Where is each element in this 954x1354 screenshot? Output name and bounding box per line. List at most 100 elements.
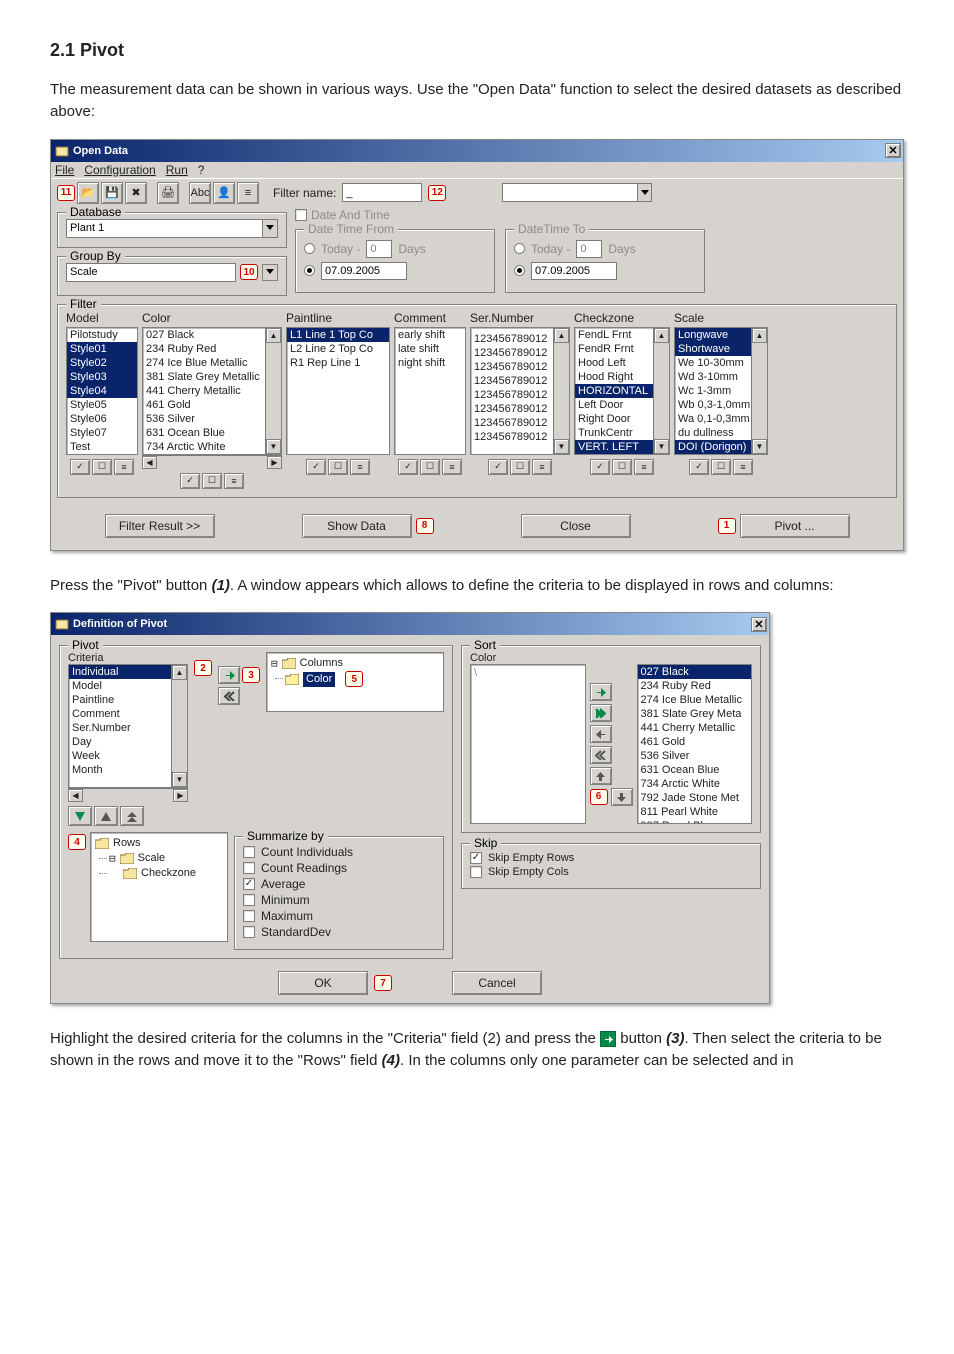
list-item[interactable]: Wd 3-10mm xyxy=(675,370,751,384)
to-today-radio[interactable] xyxy=(514,243,525,254)
list-item[interactable]: Hood Right xyxy=(575,370,653,384)
close-button[interactable]: ✕ xyxy=(751,617,767,632)
summarize-checkbox-standarddev[interactable] xyxy=(243,926,255,938)
list-item[interactable]: Day xyxy=(69,735,171,749)
select-invert-button[interactable]: ≡ xyxy=(350,459,370,475)
select-invert-button[interactable]: ≡ xyxy=(634,459,654,475)
sort-move-down[interactable] xyxy=(611,788,633,806)
list-item[interactable]: FendR Frnt xyxy=(575,342,653,356)
summarize-checkbox-count-readings[interactable] xyxy=(243,862,255,874)
list-item[interactable]: 811 Pearl White xyxy=(638,805,752,819)
scrollbar[interactable]: ▲▼ xyxy=(751,328,767,454)
columns-tree[interactable]: ⊟ Columns Color 5 xyxy=(266,652,444,712)
from-today-radio[interactable] xyxy=(304,243,315,254)
tb-user[interactable]: 👤 xyxy=(213,182,235,204)
sort-move-all-right[interactable] xyxy=(590,704,612,722)
list-item[interactable]: 631 Ocean Blue xyxy=(638,763,752,777)
list-item[interactable]: Wc 1-3mm xyxy=(675,384,751,398)
list-item[interactable]: Longwave xyxy=(675,328,751,342)
filter-name-short[interactable] xyxy=(342,183,422,202)
list-item[interactable]: 234 Ruby Red xyxy=(638,679,752,693)
list-item[interactable]: 536 Silver xyxy=(143,412,265,426)
list-item[interactable]: Individual xyxy=(69,665,171,679)
select-all-button[interactable]: ✓ xyxy=(180,473,200,489)
skip-rows-checkbox[interactable] xyxy=(470,852,482,864)
select-all-button[interactable]: ✓ xyxy=(590,459,610,475)
list-item[interactable]: 441 Cherry Metallic xyxy=(638,721,752,735)
summarize-checkbox-average[interactable] xyxy=(243,878,255,890)
tb-open[interactable]: 📂 xyxy=(77,182,99,204)
list-item[interactable]: DOI (Dorigon) xyxy=(675,440,751,454)
list-item[interactable]: 123456789012 xyxy=(471,388,553,402)
nav-down-button[interactable] xyxy=(68,806,92,826)
select-invert-button[interactable]: ≡ xyxy=(733,459,753,475)
scrollbar[interactable]: ▲▼ xyxy=(653,328,669,454)
list-item[interactable]: 274 Ice Blue Metallic xyxy=(638,693,752,707)
sort-move-right[interactable] xyxy=(590,683,612,701)
list-item[interactable]: 123456789012 xyxy=(471,332,553,346)
to-days-input[interactable] xyxy=(576,240,602,258)
list-item[interactable]: HORIZONTAL xyxy=(575,384,653,398)
scroll-down-icon[interactable]: ▼ xyxy=(554,439,569,454)
menu-configuration[interactable]: Configuration xyxy=(84,163,155,177)
select-invert-button[interactable]: ≡ xyxy=(442,459,462,475)
list-item[interactable]: 274 Ice Blue Metallic xyxy=(143,356,265,370)
filter-name-combo[interactable] xyxy=(502,183,652,202)
select-none-button[interactable]: ☐ xyxy=(711,459,731,475)
list-item[interactable]: Style05 xyxy=(67,398,137,412)
scroll-down-icon[interactable]: ▼ xyxy=(752,439,767,454)
list-item[interactable]: 027 Black xyxy=(638,665,752,679)
close-button[interactable]: Close xyxy=(521,514,631,538)
list-item[interactable]: Paintline xyxy=(69,693,171,707)
filter-result-button[interactable]: Filter Result >> xyxy=(105,514,215,538)
to-date-radio[interactable] xyxy=(514,265,525,276)
list-item[interactable]: VERT. LEFT xyxy=(575,440,653,454)
columns-color-node[interactable]: Color xyxy=(303,672,335,687)
summarize-checkbox-maximum[interactable] xyxy=(243,910,255,922)
scroll-up-icon[interactable]: ▲ xyxy=(266,328,281,343)
groupby-combo[interactable] xyxy=(66,263,236,282)
select-invert-button[interactable]: ≡ xyxy=(532,459,552,475)
tb-print[interactable]: 🖨 xyxy=(157,182,179,204)
list-item[interactable]: early shift xyxy=(395,328,465,342)
nav-top-button[interactable] xyxy=(120,806,144,826)
list-item[interactable]: L2 Line 2 Top Co xyxy=(287,342,389,356)
filter-list-comment[interactable]: early shiftlate shiftnight shift xyxy=(394,327,466,455)
filter-list-sernumber[interactable]: 1234567890121234567890121234567890121234… xyxy=(470,327,570,455)
plant-input[interactable] xyxy=(67,220,262,237)
select-all-button[interactable]: ✓ xyxy=(488,459,508,475)
hscrollbar[interactable]: ◀▶ xyxy=(142,455,282,469)
list-item[interactable]: L1 Line 1 Top Co xyxy=(287,328,389,342)
scroll-up-icon[interactable]: ▲ xyxy=(752,328,767,343)
skip-cols-checkbox[interactable] xyxy=(470,866,482,878)
list-item[interactable]: Wb 0,3-1,0mm xyxy=(675,398,751,412)
nav-up-button[interactable] xyxy=(94,806,118,826)
list-item[interactable]: Week xyxy=(69,749,171,763)
scroll-down-icon[interactable]: ▼ xyxy=(266,439,281,454)
list-item[interactable]: 123456789012 xyxy=(471,402,553,416)
list-item[interactable]: 234 Ruby Red xyxy=(143,342,265,356)
list-item[interactable]: Right Door xyxy=(575,412,653,426)
from-date-input[interactable] xyxy=(321,262,407,280)
select-none-button[interactable]: ☐ xyxy=(510,459,530,475)
list-item[interactable]: Shortwave xyxy=(675,342,751,356)
scroll-up-icon[interactable]: ▲ xyxy=(172,665,187,680)
scrollbar[interactable]: ▲▼ xyxy=(265,328,281,454)
checkzone-node[interactable]: Checkzone xyxy=(141,866,196,881)
scroll-up-icon[interactable]: ▲ xyxy=(554,328,569,343)
list-item[interactable]: Style03 xyxy=(67,370,137,384)
list-item[interactable]: FendL Frnt xyxy=(575,328,653,342)
chevron-down-icon[interactable] xyxy=(262,220,277,237)
move-left-all-button[interactable] xyxy=(218,687,240,705)
list-item[interactable]: R1 Rep Line 1 xyxy=(287,356,389,370)
select-all-button[interactable]: ✓ xyxy=(70,459,90,475)
tb-list[interactable]: ≡ xyxy=(237,182,259,204)
menu-file[interactable]: File xyxy=(55,163,74,177)
scrollbar[interactable]: ▲▼ xyxy=(553,328,569,454)
tb-save[interactable]: 💾 xyxy=(101,182,123,204)
from-date-radio[interactable] xyxy=(304,265,315,276)
sort-move-all-left[interactable] xyxy=(590,746,612,764)
list-item[interactable]: 123456789012 xyxy=(471,430,553,444)
list-item[interactable]: Left Door xyxy=(575,398,653,412)
list-item[interactable]: 123456789012 xyxy=(471,416,553,430)
